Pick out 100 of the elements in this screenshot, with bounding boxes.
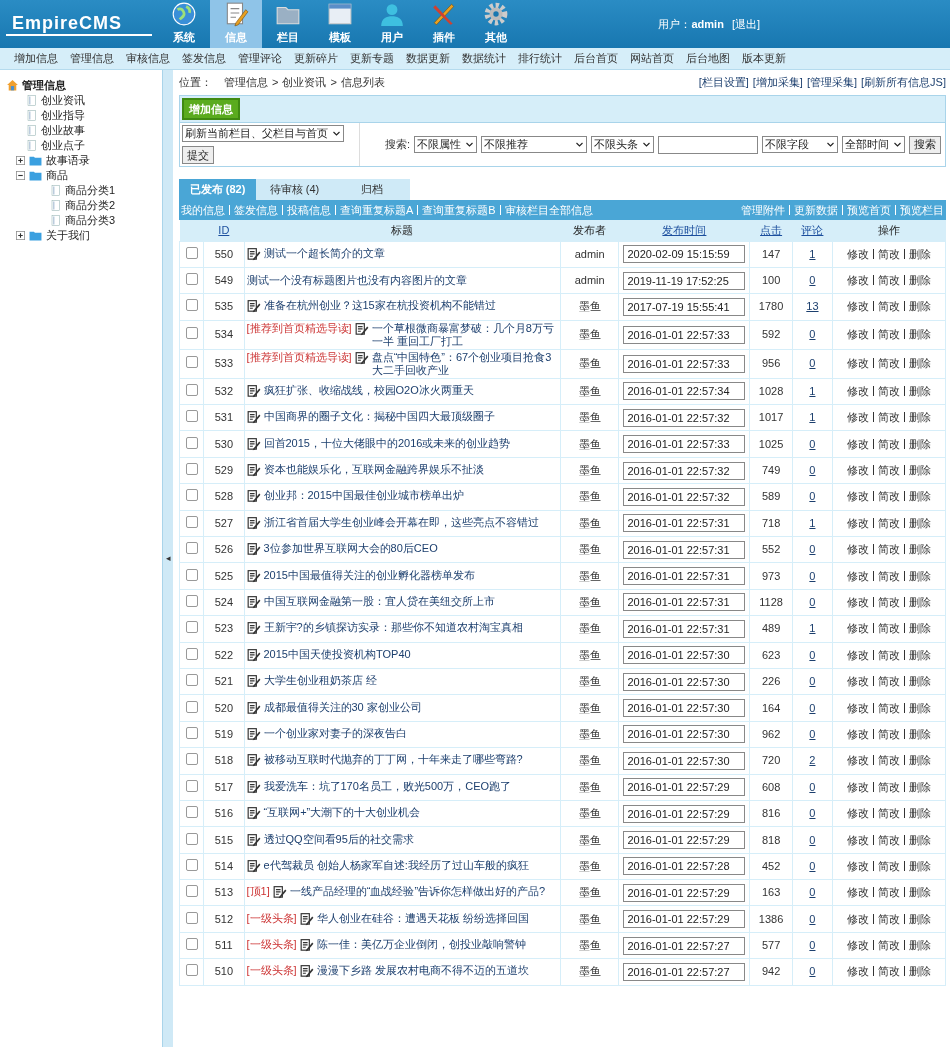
row-action-link[interactable]: 简改 (878, 965, 901, 978)
time-field[interactable]: 2016-01-01 22:57:31 (623, 540, 746, 559)
tree-item[interactable]: 关于我们 (46, 227, 90, 244)
row-action-link[interactable]: 修改 (847, 622, 870, 635)
checkbox[interactable] (185, 246, 198, 259)
row-action-link[interactable]: 删除 (909, 912, 932, 925)
search-field[interactable] (658, 135, 758, 154)
row-action-link[interactable]: 修改 (847, 569, 870, 582)
time-field[interactable]: 2016-01-01 22:57:33 (623, 325, 746, 344)
row-action-link[interactable]: 删除 (909, 939, 932, 952)
nav-tab[interactable]: 系统 (158, 0, 210, 48)
flag-link[interactable]: [顶1] (246, 885, 270, 899)
expand-icon[interactable] (16, 156, 25, 165)
row-action-link[interactable]: 简改 (878, 912, 901, 925)
time-field[interactable]: 2016-01-01 22:57:33 (623, 435, 746, 454)
checkbox[interactable] (185, 700, 198, 713)
comments-link[interactable]: 0 (809, 274, 816, 287)
row-action-link[interactable]: 简改 (878, 727, 901, 740)
checkbox[interactable] (185, 299, 198, 312)
dropdown[interactable]: 不限头条 (591, 136, 654, 153)
row-action-link[interactable]: 简改 (878, 701, 901, 714)
time-field[interactable]: 2016-01-01 22:57:29 (623, 778, 746, 797)
row-action-link[interactable]: 修改 (847, 490, 870, 503)
time-field[interactable]: 2016-01-01 22:57:31 (623, 593, 746, 612)
checkbox[interactable] (185, 911, 198, 924)
checkbox[interactable] (185, 647, 198, 660)
comments-link[interactable]: 0 (809, 328, 816, 341)
row-action-link[interactable]: 简改 (878, 939, 901, 952)
time-field[interactable]: 2016-01-01 22:57:30 (623, 672, 746, 691)
row-action-link[interactable]: 删除 (909, 357, 932, 370)
tab[interactable]: 归档 (333, 179, 410, 200)
comments-link[interactable]: 2 (809, 754, 816, 767)
row-action-link[interactable]: 简改 (878, 384, 901, 397)
row-action-link[interactable]: 删除 (909, 727, 932, 740)
menu-link[interactable]: 签发信息 (176, 50, 232, 67)
tree-item[interactable]: 故事语录 (46, 152, 90, 169)
top-link[interactable]: [管理采集] (806, 74, 858, 91)
row-action-link[interactable]: 修改 (847, 516, 870, 529)
collapse-icon[interactable] (16, 171, 25, 180)
checkbox[interactable] (185, 542, 198, 555)
checkbox[interactable] (185, 779, 198, 792)
comments-link[interactable]: 0 (809, 357, 816, 370)
time-field[interactable]: 2016-01-01 22:57:30 (623, 751, 746, 770)
tree-item[interactable]: 商品分类3 (65, 212, 116, 229)
title-link[interactable]: 华人创业在硅谷：遭遇天花板 纷纷选择回国 (316, 911, 558, 925)
row-action-link[interactable]: 简改 (878, 247, 901, 260)
comments-link[interactable]: 13 (806, 300, 819, 313)
comments-link[interactable]: 1 (809, 247, 816, 260)
time-field[interactable]: 2016-01-01 22:57:31 (623, 514, 746, 533)
top-link[interactable]: [刷新所有信息JS] (861, 74, 946, 91)
row-action-link[interactable]: 修改 (847, 807, 870, 820)
menu-link[interactable]: 数据统计 (456, 50, 512, 67)
comments-link[interactable]: 0 (809, 807, 816, 820)
row-action-link[interactable]: 删除 (909, 328, 932, 341)
comments-link[interactable]: 1 (809, 516, 816, 529)
comments-link[interactable]: 0 (809, 912, 816, 925)
row-action-link[interactable]: 修改 (847, 780, 870, 793)
row-action-link[interactable]: 简改 (878, 807, 901, 820)
title-link[interactable]: 盘点“中国特色”：67个创业项目抢食3大二手回收产业 (371, 350, 558, 377)
menu-link[interactable]: 后台地图 (680, 50, 736, 67)
row-action-link[interactable]: 修改 (847, 300, 870, 313)
checkbox[interactable] (185, 674, 198, 687)
row-action-link[interactable]: 删除 (909, 274, 932, 287)
row-action-link[interactable]: 修改 (847, 274, 870, 287)
menu-link[interactable]: 网站首页 (624, 50, 680, 67)
comments-link[interactable]: 0 (809, 701, 816, 714)
time-field[interactable]: 2017-07-19 15:55:41 (623, 297, 746, 316)
row-action-link[interactable]: 修改 (847, 247, 870, 260)
top-link[interactable]: [增加采集] (752, 74, 803, 91)
title-link[interactable]: 一线产品经理的“血战经验”告诉你怎样做出好的产品? (289, 885, 558, 899)
expand-icon[interactable] (16, 231, 25, 240)
row-action-link[interactable]: 简改 (878, 859, 901, 872)
row-action-link[interactable]: 简改 (878, 437, 901, 450)
menu-link[interactable]: 管理评论 (232, 50, 288, 67)
nav-tab[interactable]: 用户 (366, 0, 418, 48)
checkbox[interactable] (185, 515, 198, 528)
checkbox[interactable] (185, 964, 198, 977)
time-field[interactable]: 2016-01-01 22:57:32 (623, 408, 746, 427)
row-action-link[interactable]: 简改 (878, 274, 901, 287)
row-action-link[interactable]: 简改 (878, 754, 901, 767)
comments-link[interactable]: 0 (809, 939, 816, 952)
row-action-link[interactable]: 简改 (878, 622, 901, 635)
row-action-link[interactable]: 删除 (909, 411, 932, 424)
row-action-link[interactable]: 修改 (847, 357, 870, 370)
time-field[interactable]: 2016-01-01 22:57:31 (623, 567, 746, 586)
tree-item[interactable]: 商品分类2 (65, 197, 116, 214)
row-action-link[interactable]: 修改 (847, 754, 870, 767)
checkbox[interactable] (185, 753, 198, 766)
flag-link[interactable]: [推荐到首页精选导读] (246, 350, 352, 364)
menu-link[interactable]: 排行统计 (512, 50, 568, 67)
dropdown[interactable]: 刷新当前栏目、父栏目与首页 (182, 125, 344, 142)
comments-link[interactable]: 1 (809, 384, 816, 397)
row-action-link[interactable]: 修改 (847, 727, 870, 740)
row-action-link[interactable]: 删除 (909, 516, 932, 529)
menu-link[interactable]: 增加信息 (8, 50, 64, 67)
flag-link[interactable]: [推荐到首页精选导读] (246, 321, 352, 335)
row-action-link[interactable]: 删除 (909, 807, 932, 820)
row-action-link[interactable]: 删除 (909, 886, 932, 899)
checkbox[interactable] (185, 832, 198, 845)
tree-item[interactable]: 创业指导 (41, 107, 85, 124)
